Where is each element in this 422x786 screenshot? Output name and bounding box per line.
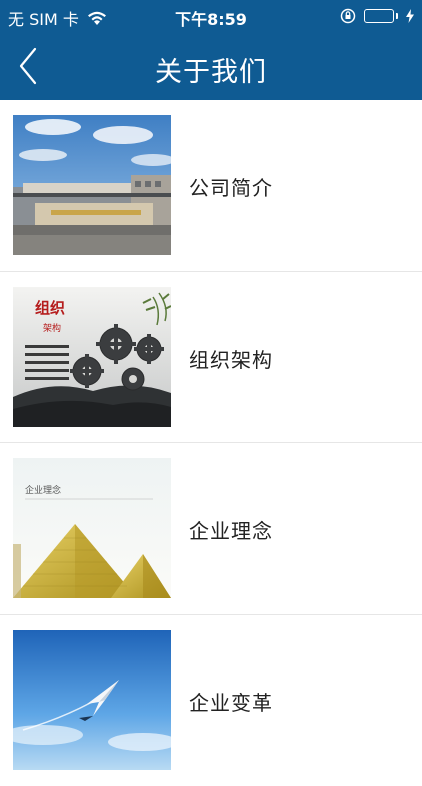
org-sub-text: 架构 <box>43 322 61 334</box>
charging-bolt-icon <box>406 9 414 23</box>
org-gears-image: 组织 架构 <box>13 287 171 427</box>
page-title: 关于我们 <box>0 50 422 89</box>
item-label: 组织架构 <box>189 344 273 373</box>
org-title-text: 组织 <box>35 299 65 317</box>
list-item-transformation[interactable]: 企业变革 <box>0 615 422 786</box>
philosophy-caption-text: 企业理念 <box>25 484 61 496</box>
pyramid-image: 企业理念 <box>13 458 171 598</box>
list-item-org-structure[interactable]: 组织 架构 <box>0 272 422 444</box>
rotation-lock-icon <box>340 8 356 24</box>
paper-plane-image <box>13 630 171 770</box>
about-list: 公司简介 组织 架构 <box>0 100 422 786</box>
item-label: 公司简介 <box>189 172 273 201</box>
item-label: 企业变革 <box>189 687 273 716</box>
battery-icon <box>364 9 398 23</box>
list-item-philosophy[interactable]: 企业理念 企业理念 <box>0 443 422 615</box>
list-item-company-profile[interactable]: 公司简介 <box>0 100 422 272</box>
company-building-image <box>13 115 171 255</box>
item-label: 企业理念 <box>189 515 273 544</box>
status-right <box>340 8 414 24</box>
status-bar: 无 SIM 卡 下午8:59 <box>0 0 422 32</box>
nav-bar: 关于我们 <box>0 32 422 100</box>
